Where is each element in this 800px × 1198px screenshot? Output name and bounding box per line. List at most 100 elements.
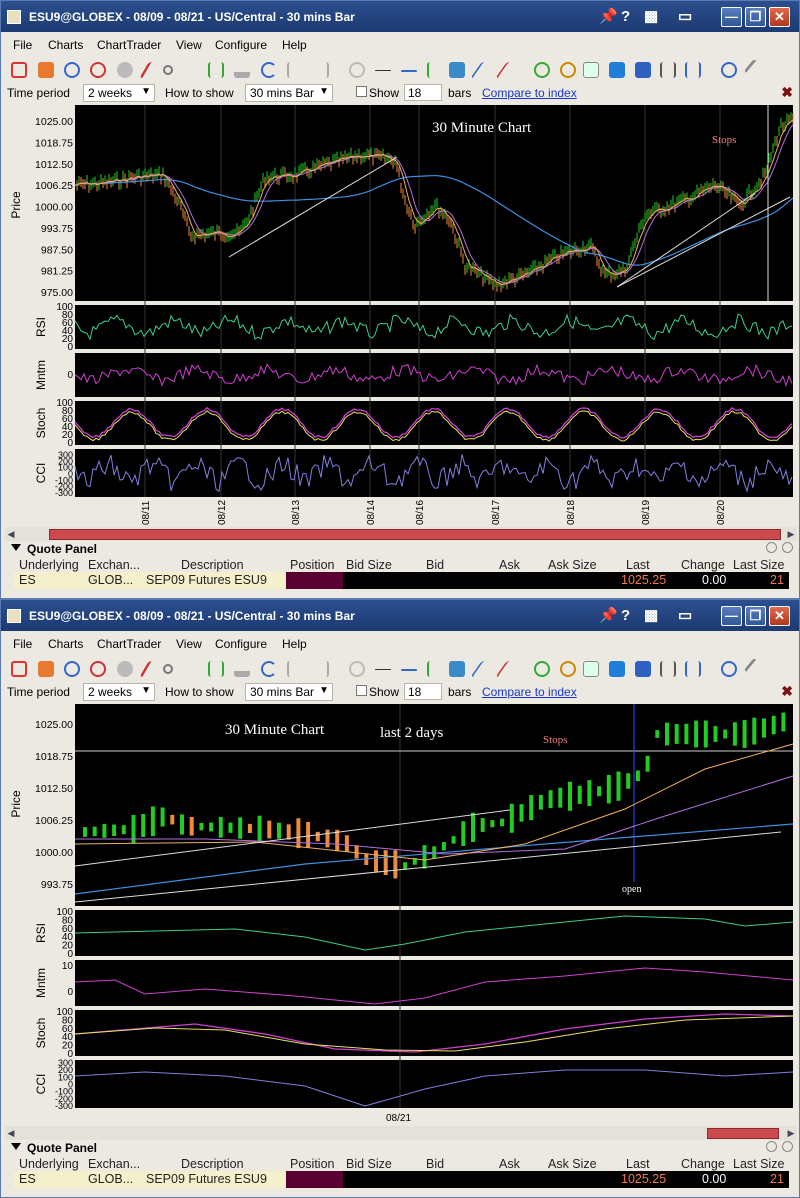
trendline-icon[interactable]: [470, 62, 498, 78]
help-icon[interactable]: [782, 1141, 793, 1152]
col-exchange[interactable]: Exchan...: [88, 1157, 140, 1171]
menu-help[interactable]: Help: [282, 637, 307, 651]
col-last[interactable]: Last: [626, 1157, 650, 1171]
circle-tool-icon[interactable]: [163, 664, 173, 674]
window-icon[interactable]: [635, 661, 651, 677]
menu-help[interactable]: Help: [282, 38, 307, 52]
circle-tool-icon[interactable]: [163, 65, 173, 75]
zoom-out-icon[interactable]: [560, 661, 576, 677]
alert-icon[interactable]: [90, 62, 106, 78]
print-icon[interactable]: ▩: [644, 607, 658, 625]
menu-file[interactable]: File: [13, 38, 32, 52]
volume-icon[interactable]: [234, 62, 250, 78]
print-icon[interactable]: ▩: [644, 8, 658, 26]
bar-chart-icon[interactable]: [208, 661, 224, 677]
horizontal-line-icon[interactable]: [401, 70, 417, 72]
first-icon[interactable]: [287, 661, 303, 677]
detach-icon[interactable]: ▭: [678, 607, 692, 625]
how-to-show-select[interactable]: 30 mins Bar ▼: [245, 84, 333, 102]
compare-to-index-link[interactable]: Compare to index: [482, 86, 577, 100]
settings-icon[interactable]: [766, 1141, 777, 1152]
col-position[interactable]: Position: [290, 1157, 334, 1171]
close-button[interactable]: ✕: [769, 7, 790, 27]
menu-configure[interactable]: Configure: [215, 38, 267, 52]
horizontal-scrollbar[interactable]: ◀ ▶: [5, 1126, 797, 1140]
show-checkbox[interactable]: [356, 685, 367, 696]
first-icon[interactable]: [287, 62, 303, 78]
vertical-line-icon[interactable]: [427, 62, 443, 78]
col-ask[interactable]: Ask: [499, 558, 520, 572]
scroll-thumb[interactable]: [49, 529, 781, 540]
rsi-panel[interactable]: [75, 910, 793, 956]
show-bars-input[interactable]: 18: [404, 84, 442, 101]
chart-area[interactable]: 30 Minute Chart last 2 days Stops open P…: [5, 704, 797, 1124]
crosshair-tool-icon[interactable]: [11, 661, 27, 677]
draw-line-icon[interactable]: [139, 661, 165, 677]
expand-icon[interactable]: [685, 661, 701, 677]
close-chart-icon[interactable]: ✖: [781, 683, 793, 700]
col-last-size[interactable]: Last Size: [733, 558, 784, 572]
clock-icon[interactable]: [64, 62, 80, 78]
col-last[interactable]: Last: [626, 558, 650, 572]
expand-icon[interactable]: [685, 62, 701, 78]
refresh-icon[interactable]: [261, 661, 277, 677]
settings-icon[interactable]: [743, 657, 767, 681]
collapse-icon[interactable]: [11, 1143, 21, 1150]
menu-configure[interactable]: Configure: [215, 637, 267, 651]
how-to-show-select[interactable]: 30 mins Bar ▼: [245, 683, 333, 701]
show-checkbox[interactable]: [356, 86, 367, 97]
crosshair-tool-icon[interactable]: [11, 62, 27, 78]
close-button[interactable]: ✕: [769, 606, 790, 626]
draw-line-icon[interactable]: [139, 62, 165, 78]
collapse-icon[interactable]: [11, 544, 21, 551]
menu-charttrader[interactable]: ChartTrader: [97, 38, 161, 52]
menu-charttrader[interactable]: ChartTrader: [97, 637, 161, 651]
minimize-button[interactable]: —: [721, 7, 742, 27]
menu-file[interactable]: File: [13, 637, 32, 651]
col-ask-size[interactable]: Ask Size: [548, 1157, 597, 1171]
detach-icon[interactable]: ▭: [678, 8, 692, 26]
alert-icon[interactable]: [90, 661, 106, 677]
chart-svg[interactable]: 30 Minute Chart Stops Price RSI Mntm Sto…: [5, 105, 797, 525]
sync-icon[interactable]: [721, 62, 737, 78]
col-bid-size[interactable]: Bid Size: [346, 558, 392, 572]
time-period-select[interactable]: 2 weeks ▼: [83, 84, 155, 102]
quote-panel-header[interactable]: Quote Panel: [5, 542, 797, 556]
redo-icon[interactable]: [349, 661, 365, 677]
menu-charts[interactable]: Charts: [48, 38, 83, 52]
horizontal-scrollbar[interactable]: ◀ ▶: [5, 527, 797, 541]
zoom-in-icon[interactable]: [534, 661, 550, 677]
pointer-tool-icon[interactable]: [38, 62, 54, 78]
crosshair-icon[interactable]: [375, 669, 391, 670]
help-icon[interactable]: ?: [621, 607, 630, 625]
col-last-size[interactable]: Last Size: [733, 1157, 784, 1171]
menu-charts[interactable]: Charts: [48, 637, 83, 651]
quote-panel-header[interactable]: Quote Panel: [5, 1141, 797, 1155]
quote-row[interactable]: ES GLOB... SEP09 Futures ESU9 1025.25 0.…: [13, 572, 789, 589]
help-icon[interactable]: [782, 542, 793, 553]
col-exchange[interactable]: Exchan...: [88, 558, 140, 572]
bar-chart-icon[interactable]: [208, 62, 224, 78]
compare-to-index-link[interactable]: Compare to index: [482, 685, 577, 699]
scroll-right-icon[interactable]: ▶: [785, 527, 797, 541]
fibonacci-icon[interactable]: [449, 62, 465, 78]
channel-icon[interactable]: [495, 62, 523, 78]
channel-icon[interactable]: [495, 661, 523, 677]
last-icon[interactable]: [313, 661, 329, 677]
vertical-line-icon[interactable]: [427, 661, 443, 677]
maximize-button[interactable]: ❐: [745, 606, 766, 626]
title-bar[interactable]: ESU9@GLOBEX - 08/09 - 08/21 - US/Central…: [1, 600, 799, 631]
help-icon[interactable]: ?: [621, 8, 630, 26]
col-ask[interactable]: Ask: [499, 1157, 520, 1171]
col-bid-size[interactable]: Bid Size: [346, 1157, 392, 1171]
scroll-thumb[interactable]: [707, 1128, 779, 1139]
quote-row[interactable]: ES GLOB... SEP09 Futures ESU9 1025.25 0.…: [13, 1171, 789, 1188]
close-chart-icon[interactable]: ✖: [781, 84, 793, 101]
col-change[interactable]: Change: [681, 1157, 725, 1171]
record-icon[interactable]: [117, 62, 133, 78]
col-underlying[interactable]: Underlying: [19, 558, 79, 572]
mntm-panel[interactable]: [75, 353, 793, 397]
horizontal-line-icon[interactable]: [401, 669, 417, 671]
trendline-icon[interactable]: [470, 661, 498, 677]
title-bar[interactable]: ESU9@GLOBEX - 08/09 - 08/21 - US/Central…: [1, 1, 799, 32]
